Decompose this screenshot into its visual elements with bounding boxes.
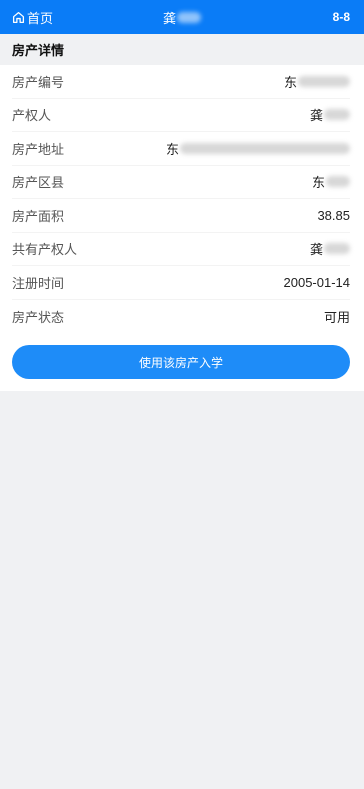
- action-area: 使用该房产入学: [0, 333, 364, 379]
- detail-value: 东: [284, 72, 350, 91]
- detail-row: 房产地址 东: [12, 132, 350, 166]
- obscured-text: [326, 176, 350, 188]
- detail-row: 房产面积 38.85: [12, 199, 350, 233]
- detail-value: 38.85: [317, 208, 350, 223]
- detail-value: 龚: [310, 239, 350, 258]
- obscured-text: [298, 75, 350, 87]
- obscured-text: [324, 243, 350, 255]
- detail-row: 房产编号 东: [12, 65, 350, 99]
- page-title-text: 龚: [163, 10, 177, 26]
- home-label: 首页: [27, 10, 54, 26]
- obscured-text: [180, 142, 350, 154]
- detail-value-text: 东: [311, 175, 325, 191]
- detail-value: 2005-01-14: [284, 275, 351, 290]
- detail-label: 房产状态: [12, 309, 65, 325]
- detail-value: 东: [312, 172, 350, 191]
- detail-label: 产权人: [12, 108, 52, 124]
- property-detail-panel: 房产编号东产权人龚房产地址东房产区县东房产面积 38.85 共有产权人龚注册时间 20…: [0, 65, 364, 391]
- home-link[interactable]: 首页: [12, 0, 53, 34]
- detail-list: 房产编号东产权人龚房产地址东房产区县东房产面积 38.85 共有产权人龚注册时间 20…: [12, 65, 350, 333]
- detail-value-text: 可用: [323, 309, 350, 325]
- detail-value-text: 东: [283, 74, 297, 90]
- header-right-text: 8-8: [332, 10, 350, 24]
- use-property-button[interactable]: 使用该房产入学: [12, 345, 350, 379]
- section-title: 房产详情: [0, 34, 364, 65]
- detail-value-text: 38.85: [317, 207, 350, 223]
- detail-label: 注册时间: [12, 275, 65, 291]
- detail-value: 龚: [310, 105, 350, 124]
- detail-row: 注册时间 2005-01-14: [12, 266, 350, 300]
- detail-value-text: 龚: [309, 108, 323, 124]
- detail-row: 房产状态 可用: [12, 300, 350, 334]
- detail-value-text: 东: [165, 141, 179, 157]
- detail-label: 房产面积: [12, 208, 65, 224]
- detail-label: 房产编号: [12, 74, 65, 90]
- top-bar: 首页 龚 8-8: [0, 0, 364, 34]
- detail-value-text: 龚: [309, 242, 323, 258]
- detail-row: 房产区县 东: [12, 166, 350, 199]
- page-title: 龚: [163, 0, 202, 34]
- obscured-text: [177, 11, 202, 23]
- home-icon: [12, 11, 25, 24]
- detail-value: 可用: [324, 307, 350, 326]
- detail-value-text: 2005-01-14: [283, 274, 351, 290]
- detail-label: 共有产权人: [12, 242, 78, 258]
- detail-label: 房产地址: [12, 141, 65, 157]
- detail-value: 东: [166, 139, 350, 158]
- detail-row: 产权人 龚: [12, 99, 350, 132]
- detail-label: 房产区县: [12, 175, 65, 191]
- obscured-text: [324, 109, 350, 121]
- detail-row: 共有产权人 龚: [12, 233, 350, 266]
